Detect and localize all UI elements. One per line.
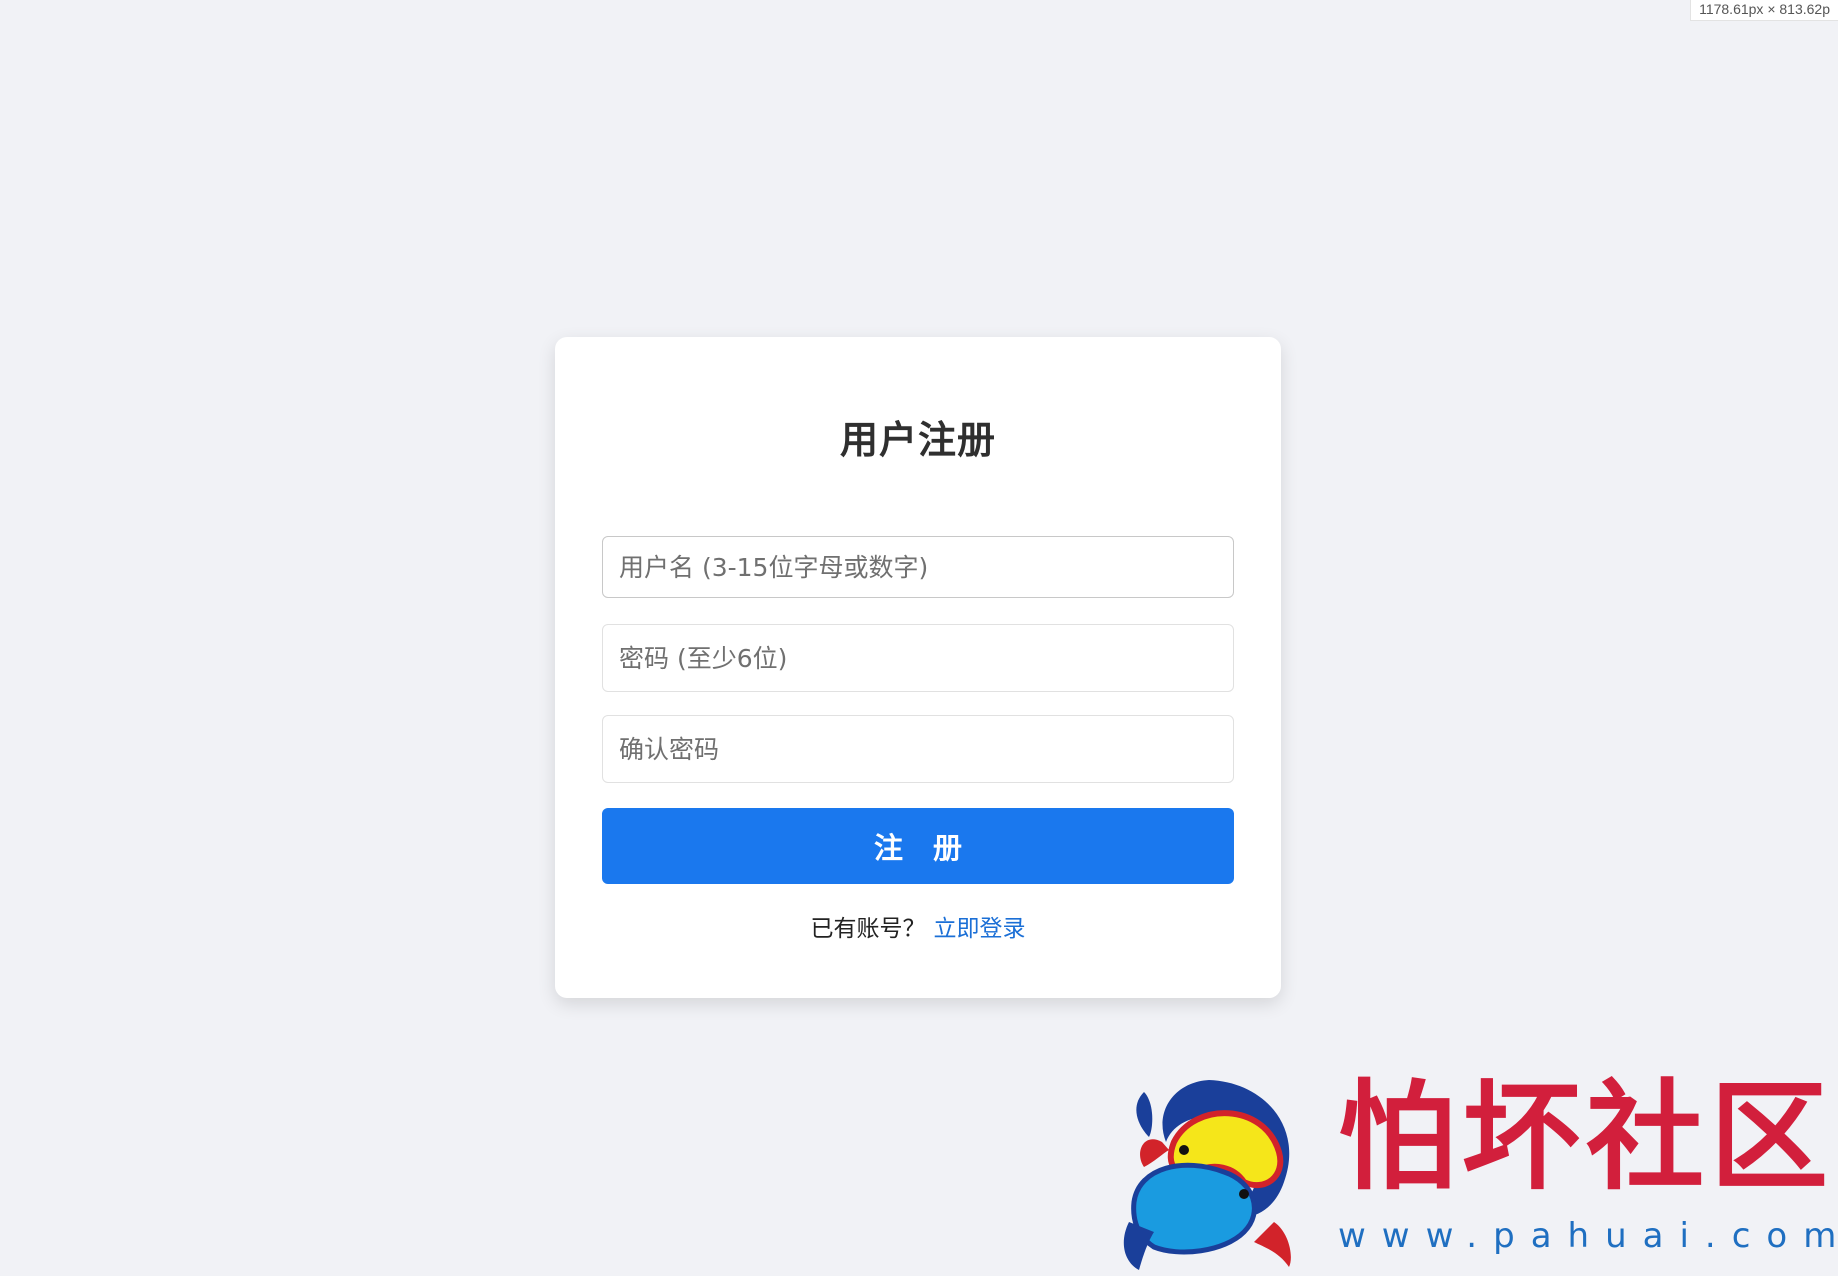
watermark: 怕坏社区 www.pahuai.com — [1114, 1072, 1836, 1272]
page: 1178.61px × 813.62p 用户注册 注 册 已有账号？立即登录 怕 — [0, 0, 1838, 1276]
page-title: 用户注册 — [839, 418, 996, 462]
register-card: 用户注册 注 册 已有账号？ 立即登录 — [555, 337, 1281, 998]
confirm-password-input[interactable] — [602, 715, 1234, 783]
login-link[interactable]: 立即登录 — [934, 916, 1026, 942]
watermark-url: www.pahuai.com — [1338, 1216, 1838, 1256]
twin-fish-logo-icon — [1123, 1080, 1291, 1270]
login-prompt: 已有账号？ 立即登录 — [555, 909, 1281, 943]
register-button[interactable]: 注 册 — [602, 808, 1234, 884]
username-input[interactable] — [602, 536, 1234, 598]
password-input[interactable] — [602, 624, 1234, 692]
viewport-size-indicator: 1178.61px × 813.62p — [1690, 0, 1838, 21]
has-account-text: 已有账号？ — [810, 916, 926, 942]
watermark-brand-text: 怕坏社区 — [1338, 1067, 1835, 1206]
